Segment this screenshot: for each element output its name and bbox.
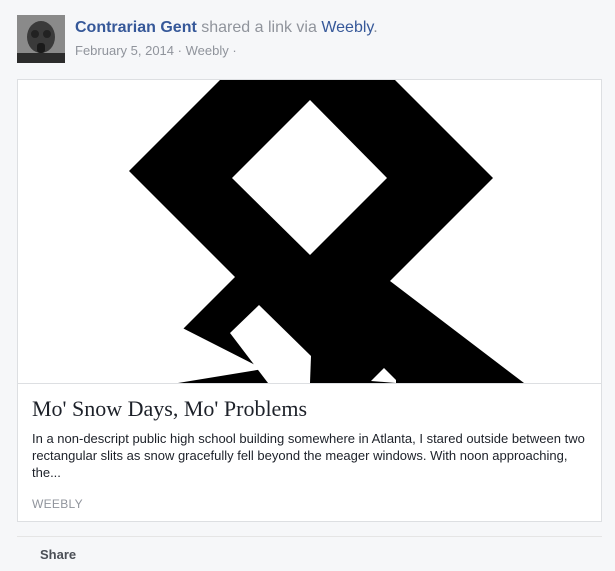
link-preview-card[interactable]: Mo' Snow Days, Mo' Problems In a non-des… — [17, 79, 602, 522]
meta-separator: · — [177, 43, 182, 58]
link-source-domain: WEEBLY — [32, 497, 83, 511]
shared-post: Contrarian Gent shared a link via Weebly… — [0, 0, 615, 571]
link-title[interactable]: Mo' Snow Days, Mo' Problems — [32, 396, 307, 422]
author-link[interactable]: Contrarian Gent — [75, 19, 197, 36]
avatar-image — [17, 15, 65, 63]
post-date[interactable]: February 5, 2014 — [75, 43, 174, 58]
actions-divider — [17, 536, 602, 537]
black-cross-symbol-icon — [100, 80, 524, 383]
link-description: In a non-descript public high school bui… — [32, 431, 585, 480]
meta-trailing-separator: · — [232, 43, 237, 58]
via-link[interactable]: Weebly — [321, 19, 373, 36]
source-app-link[interactable]: Weebly — [186, 43, 229, 58]
post-header: Contrarian Gent shared a link via Weebly… — [75, 19, 378, 37]
link-preview-image[interactable] — [18, 80, 601, 384]
header-period: . — [373, 19, 378, 36]
avatar[interactable] — [17, 15, 65, 63]
post-meta: February 5, 2014 · Weebly · — [75, 43, 237, 58]
action-text: shared a link via — [201, 19, 317, 36]
share-button[interactable]: Share — [40, 547, 76, 562]
